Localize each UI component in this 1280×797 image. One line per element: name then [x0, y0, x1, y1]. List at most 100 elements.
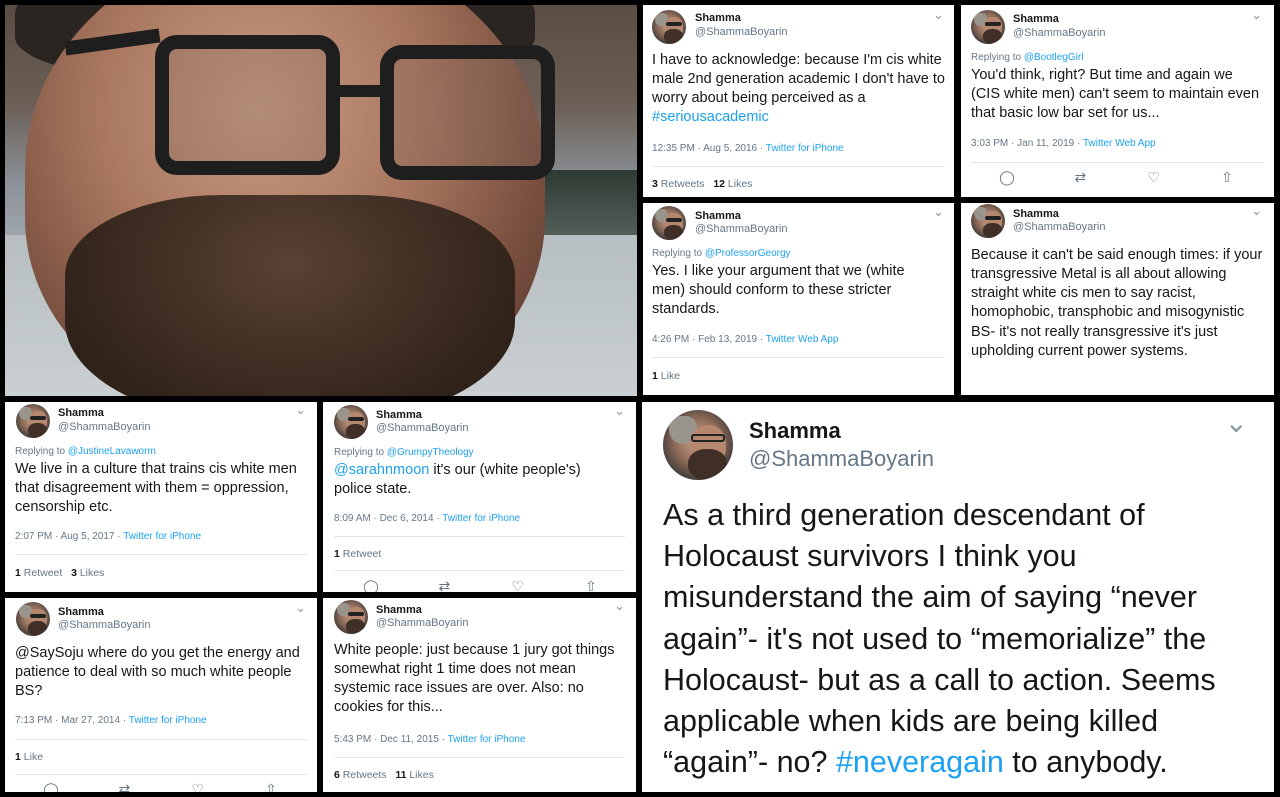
- user-handle[interactable]: @ShammaBoyarin: [749, 446, 934, 472]
- display-name[interactable]: Shamma: [376, 409, 422, 421]
- retweet-icon[interactable]: ⇄: [114, 781, 134, 792]
- user-handle[interactable]: @ShammaBoyarin: [58, 421, 150, 433]
- retweet-icon[interactable]: ⇄: [1070, 169, 1090, 186]
- reply-mention-link[interactable]: @GrumpyTheology: [387, 447, 474, 458]
- tweet-actions: ◯ ⇄ ♡ ⇧: [997, 169, 1237, 186]
- tweet-stats: 3 Retweets 12 Likes: [652, 178, 752, 190]
- user-handle[interactable]: @ShammaBoyarin: [376, 617, 468, 629]
- display-name[interactable]: Shamma: [695, 12, 741, 24]
- divider: [652, 166, 945, 167]
- avatar[interactable]: [971, 204, 1005, 238]
- source-app-link[interactable]: Twitter for iPhone: [448, 734, 526, 745]
- source-app-link[interactable]: Twitter for iPhone: [766, 143, 844, 154]
- retweet-label[interactable]: Retweet: [24, 567, 63, 579]
- like-label[interactable]: Likes: [728, 178, 753, 190]
- like-count[interactable]: 12: [713, 178, 725, 190]
- retweet-count[interactable]: 3: [652, 178, 658, 190]
- avatar[interactable]: [652, 10, 686, 44]
- user-handle[interactable]: @ShammaBoyarin: [695, 223, 787, 235]
- display-name[interactable]: Shamma: [58, 407, 104, 419]
- avatar[interactable]: [16, 602, 50, 636]
- display-name[interactable]: Shamma: [1013, 208, 1059, 220]
- replying-to: Replying to @JustineLavaworm: [15, 446, 156, 457]
- tweet-timestamp: 5:43 PM · Dec 11, 2015 · Twitter for iPh…: [334, 734, 525, 745]
- reply-mention-link[interactable]: @ProfessorGeorgy: [705, 248, 791, 259]
- tweet-stats: 6 Retweets 11 Likes: [334, 769, 434, 781]
- like-count[interactable]: 11: [395, 769, 406, 781]
- share-icon[interactable]: ⇧: [1217, 169, 1237, 186]
- user-handle[interactable]: @ShammaBoyarin: [1013, 27, 1105, 39]
- chevron-down-icon[interactable]: ⌄: [614, 403, 625, 419]
- timestamp-text[interactable]: 5:43 PM · Dec 11, 2015 ·: [334, 734, 445, 745]
- mention-link[interactable]: @sarahnmoon: [334, 462, 429, 478]
- like-label[interactable]: Like: [24, 751, 43, 763]
- chevron-down-icon[interactable]: ⌄: [1251, 7, 1262, 23]
- like-count[interactable]: 3: [71, 567, 77, 579]
- like-count[interactable]: 1: [15, 751, 21, 763]
- tweet-card: Shamma @ShammaBoyarin ⌄ As a third gener…: [642, 402, 1274, 792]
- timestamp-text[interactable]: 8:09 AM · Dec 6, 2014 ·: [334, 513, 440, 524]
- avatar[interactable]: [334, 405, 368, 439]
- user-handle[interactable]: @ShammaBoyarin: [695, 26, 787, 38]
- chevron-down-icon[interactable]: ⌄: [933, 204, 944, 220]
- like-icon[interactable]: ♡: [1144, 169, 1164, 186]
- like-label[interactable]: Likes: [409, 769, 434, 781]
- chevron-down-icon[interactable]: ⌄: [1251, 203, 1262, 219]
- reply-icon[interactable]: ◯: [997, 169, 1017, 186]
- tweet-text: @sarahnmoon it's our (white people's) po…: [334, 461, 614, 499]
- share-icon[interactable]: ⇧: [261, 781, 281, 792]
- timestamp-text[interactable]: 3:03 PM · Jan 11, 2019 ·: [971, 138, 1080, 149]
- retweet-count[interactable]: 1: [15, 567, 21, 579]
- display-name[interactable]: Shamma: [695, 210, 741, 222]
- retweet-label[interactable]: Retweets: [343, 769, 387, 781]
- chevron-down-icon[interactable]: ⌄: [295, 600, 306, 616]
- retweet-label[interactable]: Retweets: [661, 178, 705, 190]
- retweet-count[interactable]: 1: [334, 548, 340, 560]
- tweet-text: @SaySoju where do you get the energy and…: [15, 645, 300, 700]
- timestamp-text[interactable]: 7:13 PM · Mar 27, 2014 ·: [15, 715, 126, 726]
- hashtag-link[interactable]: #neveragain: [836, 745, 1004, 779]
- retweet-label[interactable]: Retweet: [343, 548, 382, 560]
- chevron-down-icon[interactable]: ⌄: [614, 598, 625, 614]
- like-icon[interactable]: ♡: [508, 578, 528, 592]
- source-app-link[interactable]: Twitter Web App: [766, 334, 839, 345]
- like-icon[interactable]: ♡: [188, 781, 208, 792]
- chevron-down-icon[interactable]: ⌄: [1225, 406, 1248, 439]
- timestamp-text[interactable]: 2:07 PM · Aug 5, 2017 ·: [15, 531, 121, 542]
- source-app-link[interactable]: Twitter for iPhone: [442, 513, 520, 524]
- tweet-actions: ◯ ⇄ ♡ ⇧: [41, 781, 281, 792]
- timestamp-text[interactable]: 4:26 PM · Feb 13, 2019 ·: [652, 334, 763, 345]
- share-icon[interactable]: ⇧: [581, 578, 601, 592]
- avatar[interactable]: [663, 410, 733, 480]
- source-app-link[interactable]: Twitter Web App: [1083, 138, 1156, 149]
- reply-icon[interactable]: ◯: [361, 578, 381, 592]
- like-count[interactable]: 1: [652, 370, 658, 382]
- chevron-down-icon[interactable]: ⌄: [933, 7, 944, 23]
- reply-icon[interactable]: ◯: [41, 781, 61, 792]
- display-name[interactable]: Shamma: [749, 418, 841, 444]
- timestamp-text[interactable]: 12:35 PM · Aug 5, 2016 ·: [652, 143, 763, 154]
- avatar[interactable]: [334, 600, 368, 634]
- source-app-link[interactable]: Twitter for iPhone: [129, 715, 207, 726]
- reply-mention-link[interactable]: @BootlegGirl: [1024, 52, 1084, 63]
- like-label[interactable]: Likes: [80, 567, 105, 579]
- user-handle[interactable]: @ShammaBoyarin: [1013, 221, 1105, 233]
- display-name[interactable]: Shamma: [58, 606, 104, 618]
- user-handle[interactable]: @ShammaBoyarin: [58, 619, 150, 631]
- glasses-lens-right: [380, 45, 555, 180]
- display-name[interactable]: Shamma: [1013, 13, 1059, 25]
- hashtag-link[interactable]: #seriousacademic: [652, 109, 769, 125]
- tweet-card: Shamma @ShammaBoyarin ⌄ Replying to @Pro…: [643, 203, 954, 395]
- avatar[interactable]: [652, 206, 686, 240]
- like-label[interactable]: Like: [661, 370, 680, 382]
- reply-mention-link[interactable]: @JustineLavaworm: [68, 446, 156, 457]
- retweet-icon[interactable]: ⇄: [434, 578, 454, 592]
- avatar[interactable]: [971, 10, 1005, 44]
- chevron-down-icon[interactable]: ⌄: [295, 402, 306, 418]
- avatar[interactable]: [16, 404, 50, 438]
- display-name[interactable]: Shamma: [376, 604, 422, 616]
- source-app-link[interactable]: Twitter for iPhone: [123, 531, 201, 542]
- user-handle[interactable]: @ShammaBoyarin: [376, 422, 468, 434]
- retweet-count[interactable]: 6: [334, 769, 340, 781]
- tweet-card: Shamma @ShammaBoyarin ⌄ I have to acknow…: [643, 5, 954, 197]
